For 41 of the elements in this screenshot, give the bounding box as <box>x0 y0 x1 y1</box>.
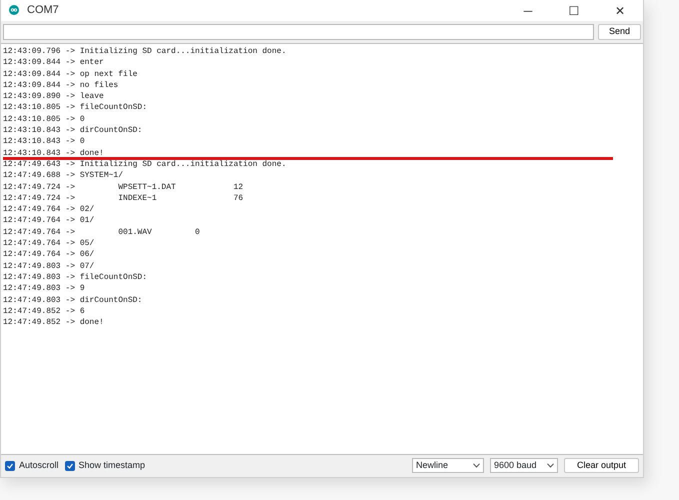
caret-icon <box>472 463 480 468</box>
output-line: 12:47:49.803 -> 07/ <box>3 260 94 272</box>
output-line: 12:47:49.803 -> dirCountOnSD: <box>3 294 142 306</box>
output-line: 12:43:09.890 -> leave <box>3 91 104 102</box>
output-line: 12:47:49.803 -> fileCountOnSD: <box>3 272 148 284</box>
checkbox[interactable] <box>5 460 15 470</box>
message-input-field[interactable] <box>3 24 594 40</box>
output-line: 12:43:09.844 -> op next file <box>3 68 138 80</box>
output-line: 12:47:49.764 -> 01/ <box>3 215 94 227</box>
output-line: 12:47:49.724 -> WPSETT~1.DAT 12 <box>3 182 244 193</box>
output-line: 12:43:10.843 -> done! <box>3 148 104 159</box>
output-line: 12:43:10.805 -> 0 <box>3 114 85 126</box>
output-line: 12:47:49.764 -> 02/ <box>3 204 94 216</box>
send-button[interactable]: Send <box>598 24 641 40</box>
output-line: 12:43:09.844 -> enter <box>3 57 104 69</box>
output-line: 12:47:49.643 -> Initializing SD card...initialization done. <box>3 158 286 170</box>
output-line: 12:47:49.803 -> 9 <box>3 283 85 295</box>
output-line: 12:47:49.852 -> 6 <box>3 306 85 318</box>
output-line: 12:47:49.764 -> 06/ <box>3 249 94 261</box>
output-line: 12:43:09.796 -> Initializing SD card...initialization done. <box>3 46 286 58</box>
checkbox-label: Show timestamp <box>78 458 146 472</box>
line-ending-select[interactable]: Newline <box>412 458 484 473</box>
output-line: 12:43:09.844 -> no files <box>3 80 118 92</box>
output-line: 12:47:49.764 -> 05/ <box>3 238 94 250</box>
caret-icon <box>546 463 554 468</box>
app-logo-icon <box>9 5 19 16</box>
close-button[interactable]: ✕ <box>597 2 643 20</box>
output-line: 12:43:10.805 -> fileCountOnSD: <box>3 102 148 114</box>
output-line: 12:47:49.764 -> 001.WAV 0 <box>3 226 200 238</box>
checkbox-label: Autoscroll <box>19 458 59 472</box>
window-title: COM7 <box>27 3 59 18</box>
output-line: 12:47:49.852 -> done! <box>3 317 104 328</box>
maximize-button[interactable]: ☐ <box>551 2 597 20</box>
output-line: 12:47:49.688 -> SYSTEM~1/ <box>3 170 124 182</box>
minimize-button[interactable]: ─ <box>505 2 551 20</box>
clear-output-button[interactable]: Clear output <box>564 458 639 473</box>
output-line: 12:43:10.843 -> 0 <box>3 136 85 148</box>
baud-rate-select[interactable]: 9600 baud <box>490 458 558 473</box>
output-line: 12:43:10.843 -> dirCountOnSD: <box>3 125 142 136</box>
output-line: 12:47:49.724 -> INDEXE~1 76 <box>3 192 244 204</box>
checkbox[interactable] <box>64 460 75 470</box>
